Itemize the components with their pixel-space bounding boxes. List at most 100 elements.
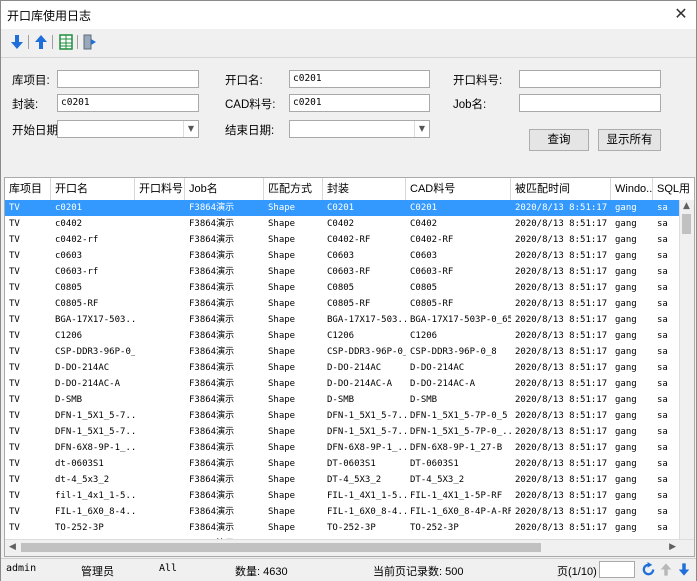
col-header-stencil-partno[interactable]: 开口料号 xyxy=(135,178,185,200)
page-down-icon[interactable] xyxy=(677,562,691,577)
cell-cad-partno: C0603-RF xyxy=(410,267,454,277)
cell-match-mode: Shape xyxy=(268,411,296,421)
start-date-picker[interactable]: ▼ xyxy=(57,120,199,138)
log-table: 库项目 开口名 开口料号 Job名 匹配方式 封装 CAD料号 被匹配时间 Windo... SQ… xyxy=(4,177,695,557)
cell-windows-user: gang xyxy=(615,411,637,421)
cell-stencil-name: c0402-rf xyxy=(55,235,99,245)
end-date-picker[interactable]: ▼ xyxy=(289,120,430,138)
table-row[interactable]: TV C0805-RF F3864演示 Shape C0805-RF C0805-RF 20… xyxy=(5,296,694,312)
col-header-library[interactable]: 库项目 xyxy=(5,178,51,200)
scroll-left-icon[interactable]: ◀ xyxy=(9,542,16,552)
cad-partno-input[interactable]: c0201 xyxy=(289,94,430,112)
cell-stencil-partno xyxy=(135,424,185,440)
col-header-stencil-name[interactable]: 开口名 xyxy=(51,178,135,200)
table-row[interactable]: TV C0603-rf F3864演示 Shape C0603-RF C0603-RF 20… xyxy=(5,264,694,280)
table-row[interactable]: TV c0402-rf F3864演示 Shape C0402-RF C0402-RF 20… xyxy=(5,232,694,248)
table-row[interactable]: TV D-SMB F3864演示 Shape D-SMB D-SMB 2020/8/13 8… xyxy=(5,392,694,408)
horizontal-scrollbar[interactable]: ◀ ▶ xyxy=(5,539,694,556)
table-header: 库项目 开口名 开口料号 Job名 匹配方式 封装 CAD料号 被匹配时间 Windo... SQ… xyxy=(5,178,694,201)
table-row[interactable]: TV DFN-1_5X1_5-7... F3864演示 Shape DFN-1_5X1_… xyxy=(5,424,694,440)
arrow-down-icon[interactable] xyxy=(8,33,26,51)
chevron-down-icon[interactable]: ▼ xyxy=(183,121,198,137)
table-row[interactable]: TV dt-4_5x3_2 F3864演示 Shape DT-4_5X3_2 DT-4_5… xyxy=(5,472,694,488)
refresh-icon[interactable] xyxy=(641,562,656,577)
cell-stencil-name: fil-1_4x1_1-5... xyxy=(55,491,135,501)
vertical-scroll-thumb[interactable] xyxy=(682,214,691,234)
library-label: 库项目: xyxy=(12,75,50,87)
stencil-name-input[interactable]: c0201 xyxy=(289,70,430,88)
cell-package: DT-4_5X3_2 xyxy=(327,475,382,485)
col-header-matched-time[interactable]: 被匹配时间 xyxy=(511,178,611,200)
cell-stencil-partno xyxy=(135,216,185,232)
cell-package: D-DO-214AC-A xyxy=(327,379,393,389)
status-page: 页(1/10) xyxy=(557,566,597,578)
table-row[interactable]: TV c0201 F3864演示 Shape C0201 C0201 2020/8/13 8… xyxy=(5,200,694,216)
cell-stencil-partno xyxy=(135,472,185,488)
cell-cad-partno: C0402 xyxy=(410,219,438,229)
cell-library: TV xyxy=(9,395,20,405)
cell-windows-user: gang xyxy=(615,459,637,469)
scroll-up-icon[interactable]: ▲ xyxy=(683,201,690,211)
stencil-partno-input[interactable] xyxy=(519,70,661,88)
cell-job: F3864演示 xyxy=(189,219,235,229)
cell-stencil-partno xyxy=(135,504,185,520)
cell-cad-partno: D-DO-214AC xyxy=(410,363,465,373)
col-header-job[interactable]: Job名 xyxy=(185,178,264,200)
cell-match-mode: Shape xyxy=(268,219,296,229)
table-row[interactable]: TV DFN-6X8-9P-1_... F3864演示 Shape DFN-6X8-9P… xyxy=(5,440,694,456)
arrow-up-icon[interactable] xyxy=(32,33,50,51)
cell-cad-partno: DT-0603S1 xyxy=(410,459,459,469)
cell-library: TV xyxy=(9,363,20,373)
table-row[interactable]: TV c0402 F3864演示 Shape C0402 C0402 2020/8/13 8… xyxy=(5,216,694,232)
cell-package: C0603 xyxy=(327,251,355,261)
table-row[interactable]: TV D-DO-214AC-A F3864演示 Shape D-DO-214AC-A D-… xyxy=(5,376,694,392)
cell-windows-user: gang xyxy=(615,475,637,485)
vertical-scrollbar[interactable]: ▲ xyxy=(679,200,694,540)
table-row[interactable]: TV C0805 F3864演示 Shape C0805 C0805 2020/8/13 8… xyxy=(5,280,694,296)
stencil-partno-label: 开口料号: xyxy=(453,75,503,87)
show-all-button[interactable]: 显示所有 xyxy=(598,129,661,151)
cell-windows-user: gang xyxy=(615,267,637,277)
page-number-input[interactable] xyxy=(599,561,635,578)
cell-cad-partno: CSP-DDR3-96P-0_8 xyxy=(410,347,497,357)
excel-export-icon[interactable] xyxy=(57,33,75,51)
col-header-cad-partno[interactable]: CAD料号 xyxy=(406,178,511,200)
cell-match-mode: Shape xyxy=(268,363,296,373)
cell-package: D-SMB xyxy=(327,395,355,405)
cell-windows-user: gang xyxy=(615,523,637,533)
table-row[interactable]: TV BGA-17X17-503... F3864演示 Shape BGA-17X17-… xyxy=(5,312,694,328)
cell-stencil-partno xyxy=(135,280,185,296)
toolbar-separator xyxy=(28,35,29,49)
table-row[interactable]: TV D-DO-214AC F3864演示 Shape D-DO-214AC D-DO-2… xyxy=(5,360,694,376)
table-row[interactable]: TV DFN-1_5X1_5-7... F3864演示 Shape DFN-1_5X1_… xyxy=(5,408,694,424)
table-row[interactable]: TV dt-0603S1 F3864演示 Shape DT-0603S1 DT-0603S… xyxy=(5,456,694,472)
col-header-package[interactable]: 封装 xyxy=(323,178,406,200)
cell-library: TV xyxy=(9,507,20,517)
cell-match-mode: Shape xyxy=(268,267,296,277)
query-button[interactable]: 查询 xyxy=(529,129,589,151)
exit-icon[interactable] xyxy=(81,33,99,51)
cell-stencil-name: FIL-1_6X0_8-4... xyxy=(55,507,135,517)
job-input[interactable] xyxy=(519,94,661,112)
table-row[interactable]: TV FIL-1_6X0_8-4... F3864演示 Shape FIL-1_6X0_… xyxy=(5,504,694,520)
horizontal-scroll-thumb[interactable] xyxy=(21,543,541,552)
table-row[interactable]: TV C1206 F3864演示 Shape C1206 C1206 2020/8/13 8… xyxy=(5,328,694,344)
package-input[interactable]: c0201 xyxy=(57,94,199,112)
close-icon[interactable]: ✕ xyxy=(672,4,690,24)
page-up-icon[interactable] xyxy=(659,562,673,577)
chevron-down-icon[interactable]: ▼ xyxy=(414,121,429,137)
table-row[interactable]: TV fil-1_4x1_1-5... F3864演示 Shape FIL-1_4X1_… xyxy=(5,488,694,504)
col-header-sql-user[interactable]: SQL用 xyxy=(653,178,694,200)
col-header-windows-user[interactable]: Windo... xyxy=(611,178,653,200)
table-row[interactable]: TV CSP-DDR3-96P-0_8 F3864演示 Shape CSP-DDR3-9… xyxy=(5,344,694,360)
table-row[interactable]: TV c0603 F3864演示 Shape C0603 C0603 2020/8/13 8… xyxy=(5,248,694,264)
cell-library: TV xyxy=(9,283,20,293)
table-row[interactable]: TV TO-252-3P F3864演示 Shape TO-252-3P TO-252-3… xyxy=(5,520,694,536)
cell-cad-partno: DFN-1_5X1_5-7P-0_... xyxy=(410,427,511,437)
cell-match-mode: Shape xyxy=(268,395,296,405)
status-scope: All xyxy=(159,563,178,574)
scroll-right-icon[interactable]: ▶ xyxy=(669,542,676,552)
col-header-match-mode[interactable]: 匹配方式 xyxy=(264,178,323,200)
library-input[interactable] xyxy=(57,70,199,88)
cell-match-mode: Shape xyxy=(268,459,296,469)
